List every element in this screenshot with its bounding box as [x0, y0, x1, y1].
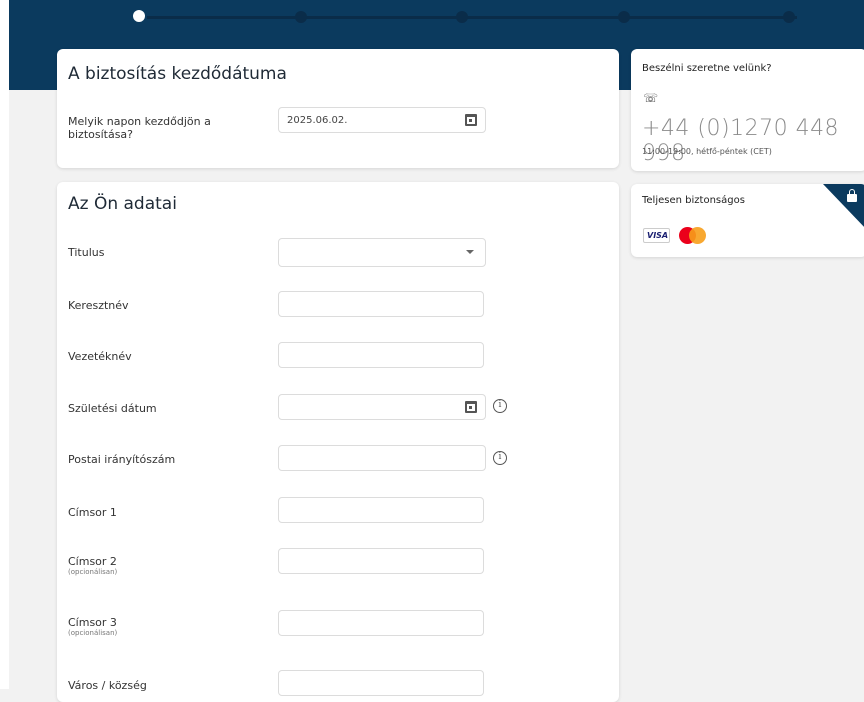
visa-logo-text: VISA: [647, 231, 669, 240]
address3-label-text: Címsor 3: [68, 616, 117, 629]
address3-optional-hint: (opcionálisan): [68, 629, 118, 637]
progress-step-1: [133, 10, 145, 22]
birth-date-input[interactable]: [278, 394, 486, 420]
start-date-title: A biztosítás kezdődátuma: [68, 64, 287, 84]
start-date-card: A biztosítás kezdődátuma Melyik napon ke…: [57, 49, 619, 168]
first-name-input[interactable]: [278, 291, 484, 317]
phone-icon: ☏: [643, 91, 659, 105]
postcode-label: Postai irányítószám: [68, 453, 176, 466]
progress-track: [147, 16, 797, 19]
info-icon[interactable]: i: [493, 399, 507, 413]
address2-label-text: Címsor 2: [68, 555, 117, 568]
secure-corner-badge: [823, 184, 864, 230]
start-date-input[interactable]: 2025.06.02.: [278, 107, 486, 133]
last-name-input[interactable]: [278, 342, 484, 368]
start-date-question: Melyik napon kezdődjön a biztosítása?: [68, 115, 211, 141]
contact-card: Beszélni szeretne velünk? ☏ +44 (0)1270 …: [631, 49, 864, 171]
phone-number[interactable]: +44 (0)1270 448 998: [642, 116, 864, 166]
chevron-down-icon: [466, 250, 474, 254]
contact-title: Beszélni szeretne velünk?: [642, 63, 772, 74]
visa-logo: VISA: [643, 228, 670, 243]
info-icon[interactable]: i: [493, 451, 507, 465]
birth-date-label: Születési dátum: [68, 402, 157, 415]
start-date-value: 2025.06.02.: [287, 115, 348, 126]
mastercard-logo: [679, 227, 707, 244]
title-select[interactable]: [278, 238, 486, 267]
first-name-label: Keresztnév: [68, 299, 129, 312]
lock-icon: [847, 189, 857, 202]
city-label: Város / község: [68, 679, 147, 692]
page-left-edge: [0, 0, 9, 689]
progress-step-5: [783, 11, 795, 23]
city-input[interactable]: [278, 670, 484, 696]
secure-title: Teljesen biztonságos: [642, 195, 745, 206]
title-label: Titulus: [68, 246, 105, 259]
calendar-icon[interactable]: [465, 114, 477, 126]
address2-input[interactable]: [278, 548, 484, 574]
address2-optional-hint: (opcionálisan): [68, 568, 118, 576]
calendar-icon[interactable]: [465, 401, 477, 413]
personal-details-card: Az Ön adatai Titulus Keresztnév Vezetékn…: [57, 182, 619, 702]
progress-step-2: [295, 11, 307, 23]
postcode-input[interactable]: [278, 445, 486, 471]
progress-step-4: [618, 11, 630, 23]
secure-card: Teljesen biztonságos VISA: [631, 184, 864, 257]
address1-input[interactable]: [278, 497, 484, 523]
opening-hours: 11:00-19:00, hétfő-péntek (CET): [642, 147, 772, 156]
address2-label: Címsor 2 (opcionálisan): [68, 555, 117, 577]
address3-label: Címsor 3 (opcionálisan): [68, 616, 117, 638]
progress-step-3: [456, 11, 468, 23]
last-name-label: Vezetéknév: [68, 350, 132, 363]
address1-label: Címsor 1: [68, 506, 117, 519]
personal-details-title: Az Ön adatai: [68, 194, 177, 214]
address3-input[interactable]: [278, 610, 484, 636]
